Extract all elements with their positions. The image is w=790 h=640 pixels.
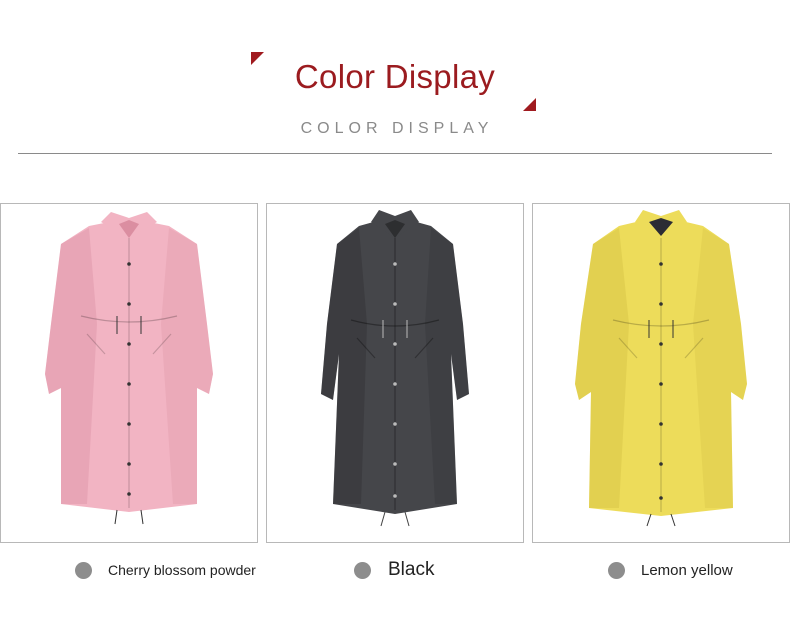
product-image-card-black[interactable] bbox=[266, 203, 524, 543]
raincoat-image-yellow bbox=[575, 210, 747, 527]
divider-line bbox=[18, 153, 772, 154]
color-label-yellow: Lemon yellow bbox=[641, 561, 733, 579]
section-title: Color Display bbox=[294, 58, 496, 95]
color-label-black: Black bbox=[388, 559, 435, 580]
color-option-pink[interactable]: Cherry blossom powder bbox=[75, 555, 256, 585]
color-option-yellow[interactable]: Lemon yellow bbox=[608, 555, 733, 585]
raincoat-image-black bbox=[321, 210, 469, 527]
raincoat-image-pink bbox=[45, 212, 213, 525]
color-dot-icon bbox=[75, 561, 92, 579]
color-dot-icon bbox=[354, 561, 371, 579]
section-header: Color Display COLOR DISPLAY bbox=[0, 0, 790, 160]
product-image-card-pink[interactable] bbox=[0, 203, 258, 543]
section-subtitle: COLOR DISPLAY bbox=[300, 120, 494, 137]
color-option-black[interactable]: Black bbox=[354, 555, 434, 585]
corner-accent-bottom-right bbox=[523, 98, 536, 111]
product-image-card-yellow[interactable] bbox=[532, 203, 790, 543]
color-dot-icon bbox=[608, 561, 625, 579]
color-label-pink: Cherry blossom powder bbox=[108, 562, 256, 578]
